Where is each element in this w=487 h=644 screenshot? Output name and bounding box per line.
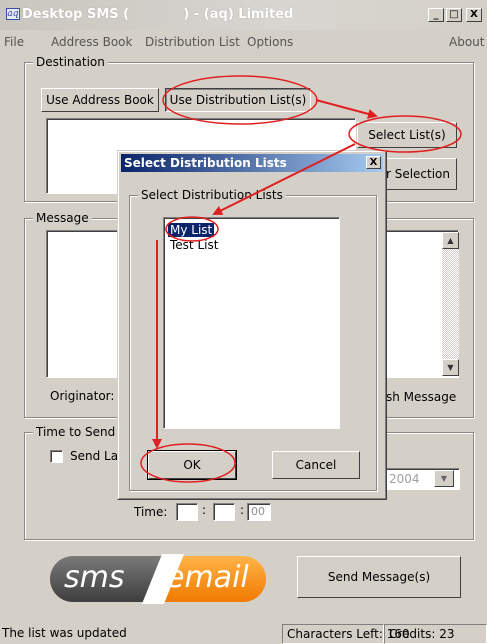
scroll-up-icon[interactable]: ▲ (442, 232, 459, 249)
list-item-test-list[interactable]: Test List (168, 238, 220, 252)
time-separator: : (202, 503, 207, 517)
menu-file[interactable]: File (4, 35, 24, 49)
time-second-field[interactable]: 00 (247, 503, 271, 521)
flash-message-checkbox-label[interactable]: sh Message (386, 390, 456, 404)
menu-bar: File Address Book Distribution List Opti… (0, 32, 487, 52)
close-window-button[interactable]: X (466, 8, 482, 22)
date-dropdown-icon[interactable]: ▼ (434, 470, 454, 487)
use-distribution-lists-button[interactable]: Use Distribution List(s) (165, 88, 311, 112)
minimize-button[interactable]: _ (428, 8, 444, 22)
destination-group-label: Destination (33, 55, 108, 69)
sms2email-logo: sms email (50, 554, 266, 604)
menu-options[interactable]: Options (247, 35, 293, 49)
menu-distribution-list[interactable]: Distribution List (145, 35, 240, 49)
select-distribution-lists-dialog: Select Distribution Lists X Select Distr… (117, 150, 387, 500)
app-icon: aq (6, 8, 20, 20)
dialog-cancel-button[interactable]: Cancel (272, 451, 360, 479)
message-scrollbar[interactable]: ▲ ▼ (442, 232, 459, 376)
time-hour-field[interactable] (176, 503, 198, 521)
send-messages-button[interactable]: Send Message(s) (297, 556, 461, 598)
time-label: Time: (134, 505, 168, 519)
menu-about[interactable]: About (449, 35, 484, 49)
time-to-send-group-label: Time to Send (33, 425, 119, 439)
dialog-close-icon[interactable]: X (366, 156, 381, 169)
date-picker[interactable]: 2004 ▼ (384, 468, 460, 490)
menu-address-book[interactable]: Address Book (51, 35, 132, 49)
send-later-label[interactable]: Send La (70, 449, 118, 463)
maximize-button[interactable]: □ (446, 8, 462, 22)
select-lists-button[interactable]: Select List(s) (357, 122, 457, 148)
use-address-book-button[interactable]: Use Address Book (41, 88, 159, 112)
dialog-lists-group-label: Select Distribution Lists (138, 188, 286, 202)
time-separator-2: : (240, 503, 245, 517)
status-message: The list was updated (2, 626, 127, 640)
originator-label: Originator: (50, 389, 115, 403)
date-year-text: 2004 (389, 472, 420, 486)
dialog-ok-button[interactable]: OK (147, 450, 237, 480)
send-later-checkbox[interactable] (50, 450, 63, 463)
title-bar[interactable]: aq Desktop SMS ( ) - (aq) Limited _ □ X (0, 0, 487, 30)
status-credits: Credits: 23 (384, 624, 487, 644)
dialog-title: Select Distribution Lists (124, 156, 287, 170)
dialog-title-bar[interactable]: Select Distribution Lists X (121, 154, 383, 172)
status-characters-left: Characters Left: 160 (282, 624, 410, 644)
time-minute-field[interactable] (213, 503, 235, 521)
list-item-my-list[interactable]: My List (166, 222, 216, 238)
distribution-lists-listbox[interactable]: My List Test List (163, 217, 340, 429)
main-window: aq Desktop SMS ( ) - (aq) Limited _ □ X … (0, 0, 487, 644)
scroll-down-icon[interactable]: ▼ (442, 359, 459, 376)
message-group-label: Message (33, 211, 92, 225)
window-title: Desktop SMS ( ) - (aq) Limited (22, 7, 294, 22)
